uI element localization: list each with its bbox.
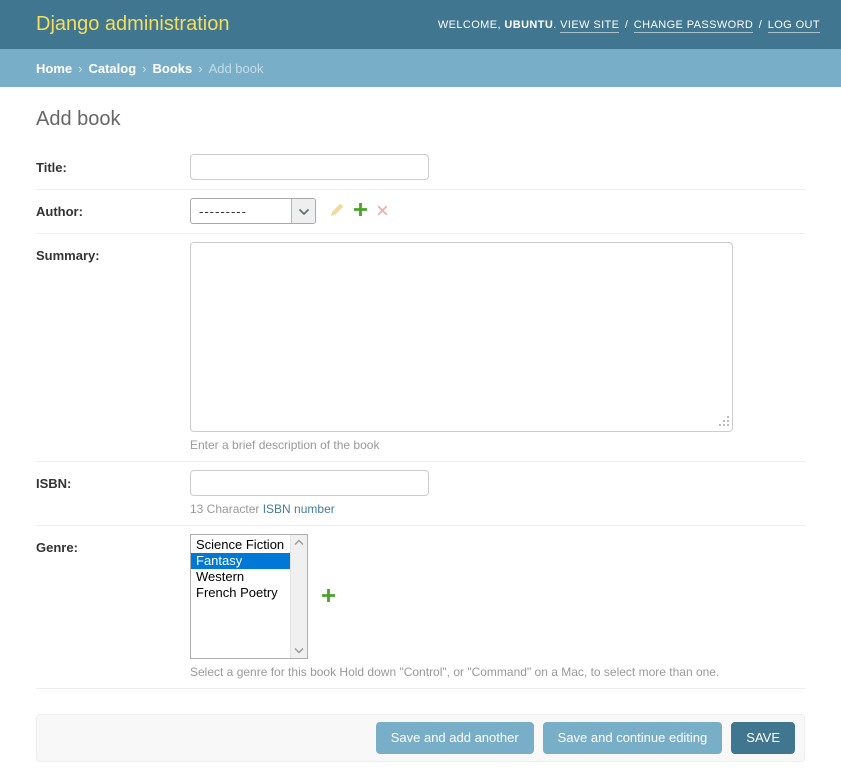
add-plus-icon bbox=[322, 589, 335, 605]
genre-option[interactable]: French Poetry bbox=[191, 585, 290, 601]
submit-row: Save and add another Save and continue e… bbox=[36, 714, 805, 762]
change-password-link[interactable]: CHANGE PASSWORD bbox=[634, 19, 753, 33]
add-genre-button[interactable] bbox=[322, 589, 335, 605]
username: UBUNTU bbox=[504, 19, 553, 31]
add-book-form: Title: Author: --------- bbox=[36, 146, 805, 762]
edit-pencil-icon bbox=[330, 203, 344, 220]
summary-label: Summary: bbox=[36, 242, 190, 263]
isbn-label: ISBN: bbox=[36, 470, 190, 491]
scroll-up-icon[interactable] bbox=[294, 539, 304, 546]
isbn-input[interactable] bbox=[190, 470, 429, 496]
welcome-label: WELCOME, bbox=[438, 19, 501, 31]
breadcrumb-separator: › bbox=[142, 61, 146, 76]
summary-textarea[interactable] bbox=[190, 242, 733, 432]
delete-cross-icon bbox=[377, 204, 388, 219]
author-select-arrow-button[interactable] bbox=[291, 199, 315, 223]
scroll-down-icon[interactable] bbox=[294, 647, 304, 654]
genre-option[interactable]: Fantasy bbox=[191, 553, 290, 569]
form-row-isbn: ISBN: 13 Character ISBN number bbox=[36, 462, 805, 526]
breadcrumb-separator: › bbox=[198, 61, 202, 76]
breadcrumb-separator: › bbox=[78, 61, 82, 76]
isbn-help-prefix: 13 Character bbox=[190, 502, 263, 516]
breadcrumb-books[interactable]: Books bbox=[152, 61, 192, 76]
log-out-link[interactable]: LOG OUT bbox=[768, 19, 820, 33]
genre-option[interactable]: Western bbox=[191, 569, 290, 585]
username-suffix: . bbox=[553, 19, 556, 31]
title-label: Title: bbox=[36, 154, 190, 175]
form-row-title: Title: bbox=[36, 146, 805, 190]
genre-label: Genre: bbox=[36, 534, 190, 555]
genre-option[interactable]: Science Fiction bbox=[191, 537, 290, 553]
admin-header: Django administration WELCOME, UBUNTU. V… bbox=[0, 0, 841, 49]
author-select[interactable]: --------- bbox=[190, 198, 316, 224]
genre-multiselect[interactable]: Science Fiction Fantasy Western French P… bbox=[190, 534, 308, 659]
breadcrumb-catalog[interactable]: Catalog bbox=[88, 61, 136, 76]
page-title: Add book bbox=[36, 108, 805, 131]
chevron-down-icon bbox=[298, 204, 310, 219]
author-select-value: --------- bbox=[191, 199, 291, 223]
breadcrumb-home[interactable]: Home bbox=[36, 61, 72, 76]
delete-author-button[interactable] bbox=[377, 204, 388, 219]
user-tools: WELCOME, UBUNTU. VIEW SITE / CHANGE PASS… bbox=[438, 19, 820, 31]
save-button[interactable]: SAVE bbox=[731, 722, 795, 754]
summary-help-text: Enter a brief description of the book bbox=[190, 438, 733, 452]
content-area: Add book Title: Author: --------- bbox=[0, 108, 841, 762]
link-separator: / bbox=[759, 19, 762, 31]
author-label: Author: bbox=[36, 198, 190, 219]
save-and-add-another-button[interactable]: Save and add another bbox=[376, 722, 534, 754]
change-author-button[interactable] bbox=[330, 203, 344, 220]
site-branding-link[interactable]: Django administration bbox=[36, 13, 229, 36]
breadcrumb-current: Add book bbox=[209, 61, 264, 76]
genre-help-text: Select a genre for this book Hold down "… bbox=[190, 665, 719, 679]
form-row-genre: Genre: Science Fiction Fantasy Western F… bbox=[36, 526, 805, 689]
add-author-button[interactable] bbox=[354, 203, 367, 219]
view-site-link[interactable]: VIEW SITE bbox=[560, 19, 619, 33]
add-plus-icon bbox=[354, 203, 367, 219]
textarea-resize-grip[interactable] bbox=[727, 424, 729, 426]
link-separator: / bbox=[625, 19, 628, 31]
isbn-number-link[interactable]: ISBN number bbox=[263, 502, 335, 516]
breadcrumb: Home › Catalog › Books › Add book bbox=[0, 49, 841, 87]
isbn-help-text: 13 Character ISBN number bbox=[190, 502, 429, 516]
genre-scrollbar[interactable] bbox=[290, 535, 307, 658]
form-row-author: Author: --------- bbox=[36, 190, 805, 234]
save-and-continue-editing-button[interactable]: Save and continue editing bbox=[543, 722, 723, 754]
form-row-summary: Summary: Enter a brief description of th… bbox=[36, 234, 805, 462]
title-input[interactable] bbox=[190, 154, 429, 180]
